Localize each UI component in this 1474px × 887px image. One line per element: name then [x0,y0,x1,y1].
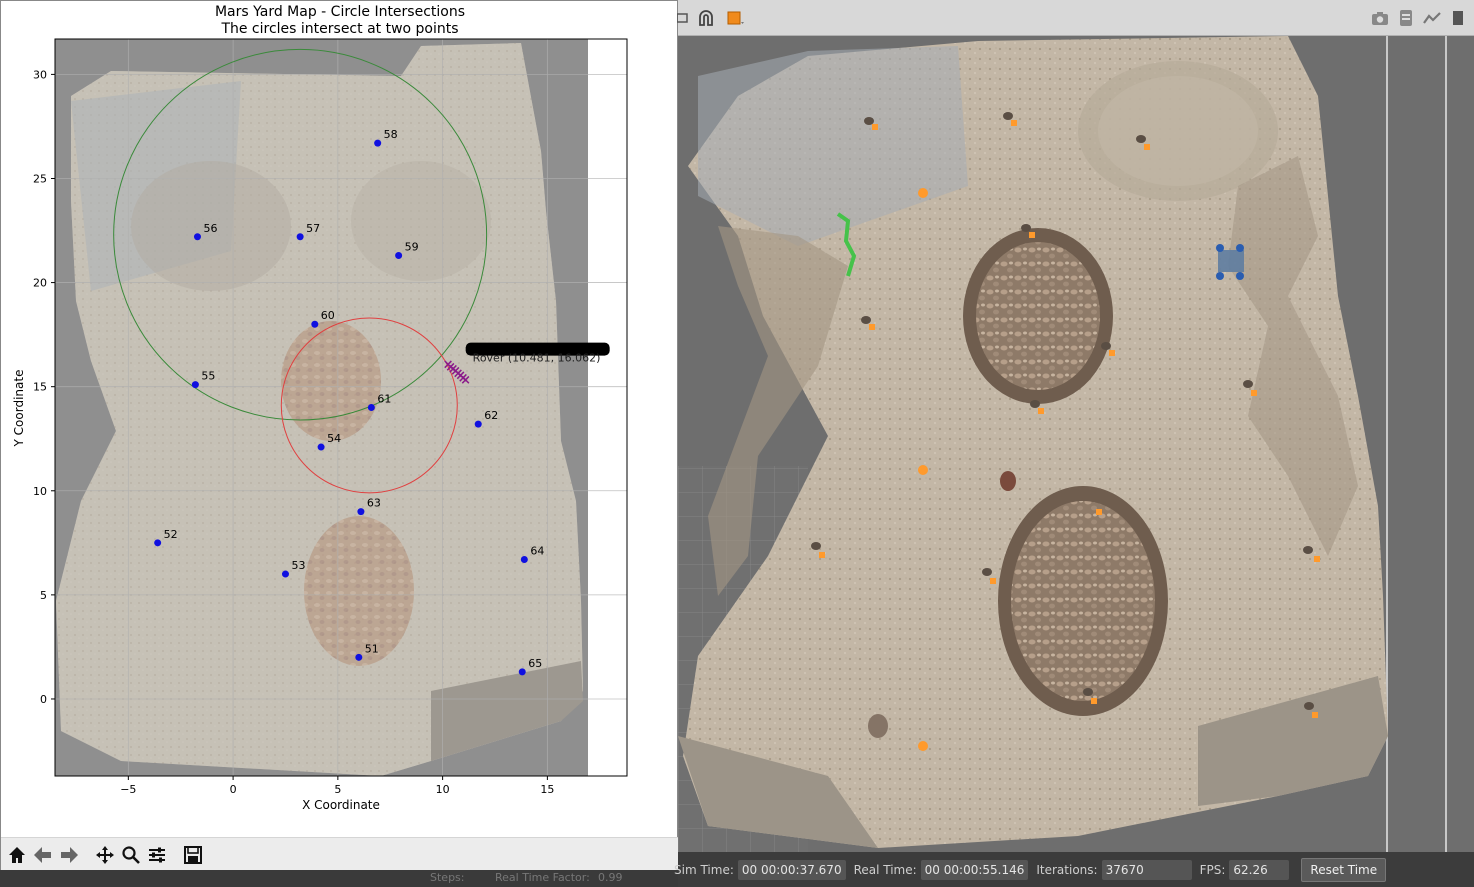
log-icon[interactable] [1396,8,1416,28]
figure-title: Mars Yard Map - Circle Intersections [215,4,465,20]
panel-icon[interactable] [1448,8,1468,28]
marker-point [395,252,403,260]
y-tick-label: 10 [33,485,47,498]
marker-label: 53 [291,559,305,572]
sim-time-label: Sim Time: [674,862,734,877]
marker-point [193,233,201,241]
marker-point [281,570,289,578]
marker-point [367,404,375,411]
marker-label: 58 [384,128,398,141]
marker-label: 52 [164,528,178,541]
x-tick-label: 0 [230,783,237,796]
pan-icon[interactable] [93,842,117,868]
menu-icon[interactable] [674,8,694,28]
marker-label: 61 [377,393,391,406]
real-time-label: Real Time: [853,862,917,877]
simulation-viewport[interactable] [678,36,1474,852]
marker-label: 60 [321,309,335,322]
rover-trail-mark: × [460,373,471,388]
y-tick-label: 15 [33,381,47,394]
gazebo-window: Sim Time: 00 00:00:37.670 Real Time: 00 … [674,0,1474,887]
y-tick-label: 30 [33,68,47,81]
rover-label: Rover (10.481, 16.062) [473,352,601,365]
y-tick-label: 25 [33,172,47,185]
y-tick-label: 0 [40,693,47,706]
marker-label: 63 [367,497,381,510]
marker-label: 55 [201,370,215,383]
shape-box-icon[interactable] [726,8,746,28]
matplotlib-window: Mars Yard Map - Circle Intersections The… [0,0,679,871]
marker-point [357,508,365,516]
marker-point [191,381,199,389]
fps-label: FPS: [1199,862,1226,877]
save-icon[interactable] [181,842,205,868]
desktop: Mars Yard Map - Circle Intersections The… [0,0,1474,887]
marker-point [154,539,162,547]
figure-subtitle: The circles intersect at two points [220,21,458,37]
y-tick-label: 5 [40,589,47,602]
figure-canvas: Mars Yard Map - Circle Intersections The… [12,4,628,812]
forward-icon[interactable] [57,842,81,868]
marker-point [355,653,363,661]
scene-render [678,36,1474,852]
steps-label: Steps: [430,871,465,884]
marker-label: 57 [306,222,320,235]
marker-point [374,139,382,147]
iterations-label: Iterations: [1036,862,1098,877]
y-axis-label: Y Coordinate [12,370,26,448]
iterations-value: 37670 [1101,859,1192,880]
y-tick-label: 20 [33,277,47,290]
marker-label: 51 [365,642,379,655]
magnet-icon[interactable] [696,8,716,28]
marker-point [317,443,325,451]
x-tick-label: 10 [436,783,450,796]
rtf-value: 0.99 [598,871,623,884]
back-icon[interactable] [31,842,55,868]
configure-icon[interactable] [145,842,169,868]
marker-label: 65 [528,657,542,670]
bottom-status-strip: Steps: Real Time Factor: 0.99 [0,870,678,887]
marker-label: 56 [203,222,217,235]
real-time-value: 00 00:00:55.146 [920,859,1029,880]
rtf-label: Real Time Factor: [495,871,590,884]
plot-icon[interactable] [1422,8,1442,28]
zoom-icon[interactable] [119,842,143,868]
reset-time-button[interactable]: Reset Time [1301,857,1387,882]
marker-label: 54 [327,432,341,445]
screenshot-icon[interactable] [1370,8,1390,28]
marker-label: 59 [405,241,419,254]
x-axis-label: X Coordinate [302,798,380,812]
marker-point [296,233,304,241]
marker-label: 64 [530,544,544,557]
x-tick-label: 5 [334,783,341,796]
x-tick-label: −5 [120,783,136,796]
marker-point [520,555,528,563]
sim-time-value: 00 00:00:37.670 [737,859,846,880]
fps-value: 62.26 [1229,859,1290,880]
gazebo-toolbar [677,0,1474,36]
navigation-toolbar [1,837,679,871]
marker-point [311,320,319,328]
marker-point [474,420,482,428]
marker-point [518,668,526,676]
home-icon[interactable] [5,842,29,868]
x-tick-label: 15 [540,783,554,796]
marker-label: 62 [484,409,498,422]
gazebo-status-bar: Sim Time: 00 00:00:37.670 Real Time: 00 … [674,852,1474,887]
